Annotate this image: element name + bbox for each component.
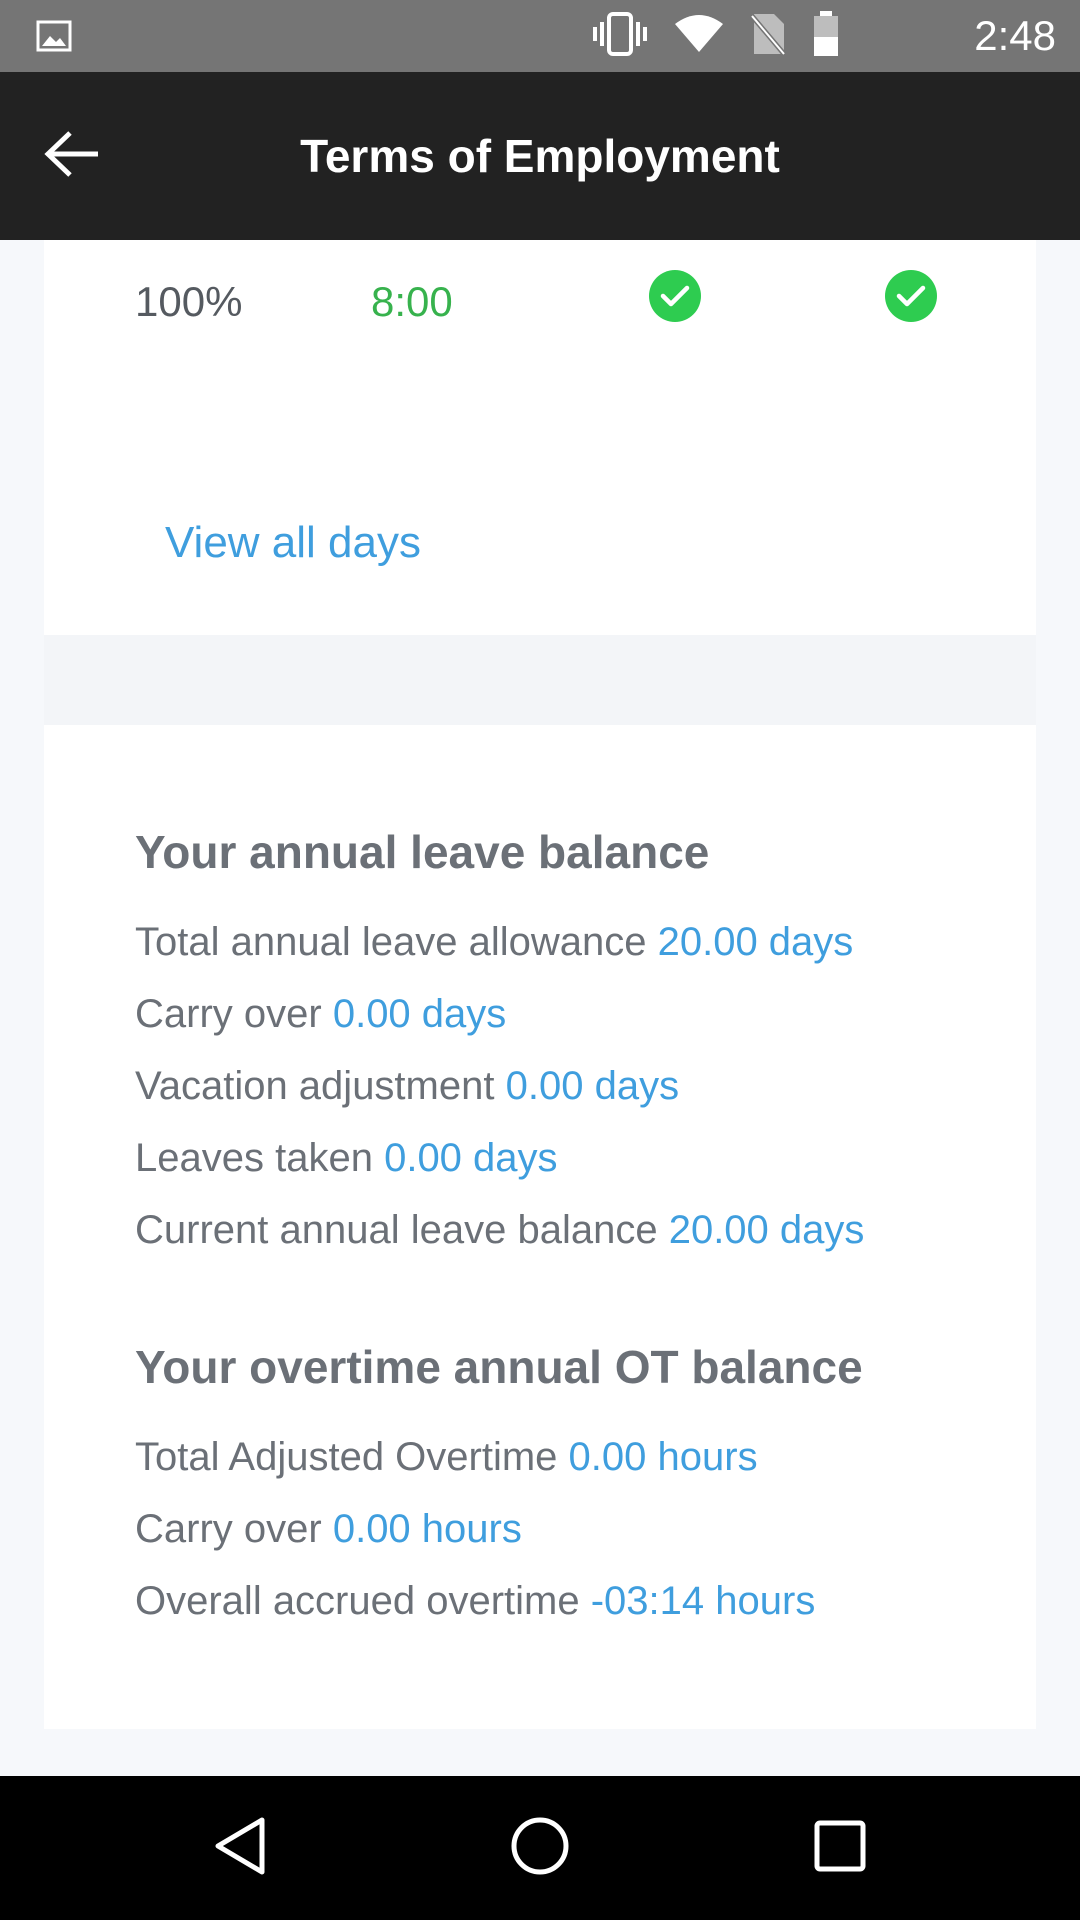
row-label: Carry over xyxy=(135,1507,322,1551)
nav-recents-icon xyxy=(814,1820,866,1877)
row-value: 0.00 hours xyxy=(332,1507,522,1551)
leave-row-total-allowance: Total annual leave allowance 20.00 days xyxy=(135,920,853,965)
schedule-row: 100% 8:00 xyxy=(44,270,1036,340)
battery-icon xyxy=(812,10,840,62)
page-title: Terms of Employment xyxy=(300,130,780,182)
row-value: 0.00 days xyxy=(332,992,507,1036)
annual-leave-heading: Your annual leave balance xyxy=(135,826,710,878)
row-value: 20.00 days xyxy=(657,920,854,964)
leave-row-leaves-taken: Leaves taken 0.00 days xyxy=(135,1136,558,1181)
row-value: 0.00 days xyxy=(505,1064,680,1108)
check-circle-icon xyxy=(885,270,937,322)
navigation-bar xyxy=(0,1776,1080,1920)
nav-back-icon xyxy=(212,1816,268,1881)
work-percentage: 100% xyxy=(135,278,243,325)
ot-row-overall-accrued: Overall accrued overtime -03:14 hours xyxy=(135,1579,815,1624)
row-value: 0.00 hours xyxy=(568,1435,758,1479)
nav-home-button[interactable] xyxy=(504,1812,576,1884)
work-hours: 8:00 xyxy=(371,278,453,325)
status-bar: 2:48 xyxy=(0,0,1080,72)
balance-card: Your annual leave balance Total annual l… xyxy=(44,725,1036,1729)
leave-row-carry-over: Carry over 0.00 days xyxy=(135,992,506,1037)
wifi-icon xyxy=(674,14,724,59)
view-all-days-link[interactable]: View all days xyxy=(165,518,421,568)
leave-row-current-balance: Current annual leave balance 20.00 days xyxy=(135,1208,864,1253)
overtime-heading: Your overtime annual OT balance xyxy=(135,1341,863,1393)
section-divider xyxy=(44,635,1036,725)
nav-home-icon xyxy=(510,1816,570,1881)
row-label: Overall accrued overtime xyxy=(135,1579,580,1623)
row-label: Vacation adjustment xyxy=(135,1064,495,1108)
gallery-icon xyxy=(36,18,72,54)
row-label: Current annual leave balance xyxy=(135,1208,658,1252)
status-clock: 2:48 xyxy=(974,12,1056,59)
row-label: Total Adjusted Overtime xyxy=(135,1435,558,1479)
content-scroll-area[interactable]: 100% 8:00 View all days Your annual leav… xyxy=(0,240,1080,1776)
leave-row-vacation-adjustment: Vacation adjustment 0.00 days xyxy=(135,1064,679,1109)
row-label: Total annual leave allowance xyxy=(135,920,647,964)
no-sim-icon xyxy=(750,12,786,61)
status-icons xyxy=(592,10,840,62)
row-value: 0.00 days xyxy=(384,1136,558,1180)
row-value: -03:14 hours xyxy=(590,1579,816,1623)
nav-recents-button[interactable] xyxy=(804,1812,876,1884)
check-circle-icon xyxy=(649,270,701,322)
vibrate-icon xyxy=(592,11,648,61)
nav-back-button[interactable] xyxy=(204,1812,276,1884)
app-bar: Terms of Employment xyxy=(0,72,1080,240)
ot-row-total-adjusted: Total Adjusted Overtime 0.00 hours xyxy=(135,1435,758,1480)
row-label: Carry over xyxy=(135,992,322,1036)
row-label: Leaves taken xyxy=(135,1136,373,1180)
ot-row-carry-over: Carry over 0.00 hours xyxy=(135,1507,522,1552)
row-value: 20.00 days xyxy=(668,1208,865,1252)
